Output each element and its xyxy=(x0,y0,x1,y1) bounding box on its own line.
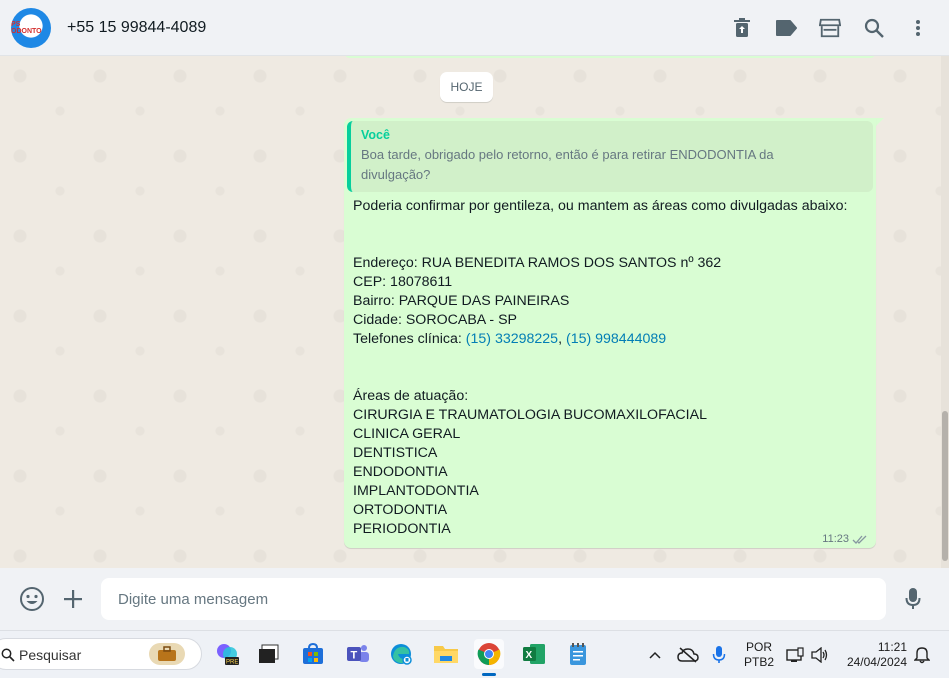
area-item: ORTODONTIA xyxy=(353,502,448,518)
taskbar-search[interactable]: Pesquisar xyxy=(0,638,202,670)
quoted-text-line: Boa tarde, obrigado pelo retorno, então … xyxy=(361,147,774,162)
address-line: Endereço: RUA BENEDITA RAMOS DOS SANTOS … xyxy=(353,255,722,271)
network-icon[interactable] xyxy=(786,631,804,678)
area-item: CLINICA GERAL xyxy=(353,426,461,442)
message-intro: Poderia confirmar por gentileza, ou mant… xyxy=(353,198,848,214)
quoted-text: Boa tarde, obrigado pelo retorno, então … xyxy=(361,145,863,185)
double-check-icon xyxy=(852,535,867,544)
area-item: PERIODONTIA xyxy=(353,521,451,537)
quoted-author: Você xyxy=(361,128,390,142)
teams-icon[interactable]: T xyxy=(343,639,373,669)
message-time: 11:23 xyxy=(822,533,849,545)
message-meta: 11:23 xyxy=(822,533,868,545)
message-body: Poderia confirmar por gentileza, ou mant… xyxy=(353,197,863,539)
input-language-indicator[interactable]: POR PTB2 xyxy=(744,631,774,678)
keyboard-layout: PTB2 xyxy=(744,654,775,669)
contact-name[interactable]: +55 15 99844-4089 xyxy=(67,19,206,37)
delete-icon[interactable] xyxy=(731,17,753,39)
areas-title: Áreas de atuação: xyxy=(353,388,469,404)
cidade-line: Cidade: SOROCABA - SP xyxy=(353,312,518,328)
composer xyxy=(0,568,949,630)
phone-separator: , xyxy=(558,331,566,347)
label-icon[interactable] xyxy=(775,17,797,39)
store-icon[interactable] xyxy=(819,17,841,39)
chat-area[interactable]: HOJE Você Boa tarde, obrigado pelo retor… xyxy=(0,56,941,568)
avatar[interactable]: PS ODONTO xyxy=(11,7,51,48)
emoji-icon[interactable] xyxy=(18,585,46,613)
show-hidden-icons[interactable] xyxy=(648,631,662,678)
cep-line: CEP: 18078611 xyxy=(353,274,453,290)
volume-icon[interactable] xyxy=(811,631,829,678)
quoted-text-line: divulgação? xyxy=(361,167,431,182)
microphone-icon[interactable] xyxy=(899,585,927,613)
search-icon xyxy=(1,648,15,662)
task-view-icon[interactable] xyxy=(254,639,284,669)
os-taskbar: Pesquisar PRE T X POR PTB2 11:21 24/04/2… xyxy=(0,630,949,678)
onedrive-offline-icon[interactable] xyxy=(677,631,699,678)
attach-plus-icon[interactable] xyxy=(59,585,87,613)
excel-icon[interactable]: X xyxy=(519,639,549,669)
phone-link[interactable]: (15) 33298225 xyxy=(466,331,558,347)
chrome-icon[interactable] xyxy=(474,639,504,669)
area-item: IMPLANTODONTIA xyxy=(353,483,479,499)
scrollbar-thumb[interactable] xyxy=(942,411,948,561)
microphone-tray-icon[interactable] xyxy=(712,631,726,678)
chat-scrollbar[interactable] xyxy=(941,56,949,568)
svg-text:PRE: PRE xyxy=(226,660,238,666)
active-app-indicator xyxy=(482,673,496,676)
more-vert-icon[interactable] xyxy=(907,17,929,39)
copilot-icon[interactable]: PRE xyxy=(212,639,242,669)
chevron-up-icon xyxy=(649,651,661,659)
date-chip: HOJE xyxy=(440,72,493,102)
language-code: POR xyxy=(746,639,773,654)
bairro-line: Bairro: PARQUE DAS PAINEIRAS xyxy=(353,293,570,309)
notepad-icon[interactable] xyxy=(563,639,593,669)
avatar-logo-text: PS ODONTO xyxy=(11,20,42,35)
quoted-message[interactable]: Você Boa tarde, obrigado pelo retorno, e… xyxy=(347,121,873,192)
clock[interactable]: 11:21 24/04/2024 xyxy=(845,631,907,678)
search-icon[interactable] xyxy=(863,17,885,39)
svg-text:T: T xyxy=(351,650,358,662)
taskbar-search-label: Pesquisar xyxy=(19,647,82,663)
phone-link[interactable]: (15) 998444089 xyxy=(566,331,666,347)
bubble-tail xyxy=(876,118,884,126)
message-input[interactable] xyxy=(101,578,886,620)
clock-date: 24/04/2024 xyxy=(846,654,907,669)
previous-message-bubble xyxy=(344,56,876,58)
phones-label: Telefones clínica: xyxy=(353,331,466,347)
phones-line: Telefones clínica: (15) 33298225, (15) 9… xyxy=(353,330,863,349)
area-item: DENTISTICA xyxy=(353,445,438,461)
area-item: ENDODONTIA xyxy=(353,464,448,480)
svg-text:X: X xyxy=(526,650,533,661)
file-explorer-icon[interactable] xyxy=(431,639,461,669)
notifications-icon[interactable] xyxy=(914,631,930,678)
area-item: CIRURGIA E TRAUMATOLOGIA BUCOMAXILOFACIA… xyxy=(353,407,707,423)
edge-icon[interactable] xyxy=(386,639,416,669)
briefcase-icon xyxy=(149,643,185,665)
chat-header: PS ODONTO +55 15 99844-4089 xyxy=(0,0,949,56)
store-app-icon[interactable] xyxy=(298,639,328,669)
clock-time: 11:21 xyxy=(877,639,907,654)
message-bubble[interactable]: Você Boa tarde, obrigado pelo retorno, e… xyxy=(344,118,876,548)
